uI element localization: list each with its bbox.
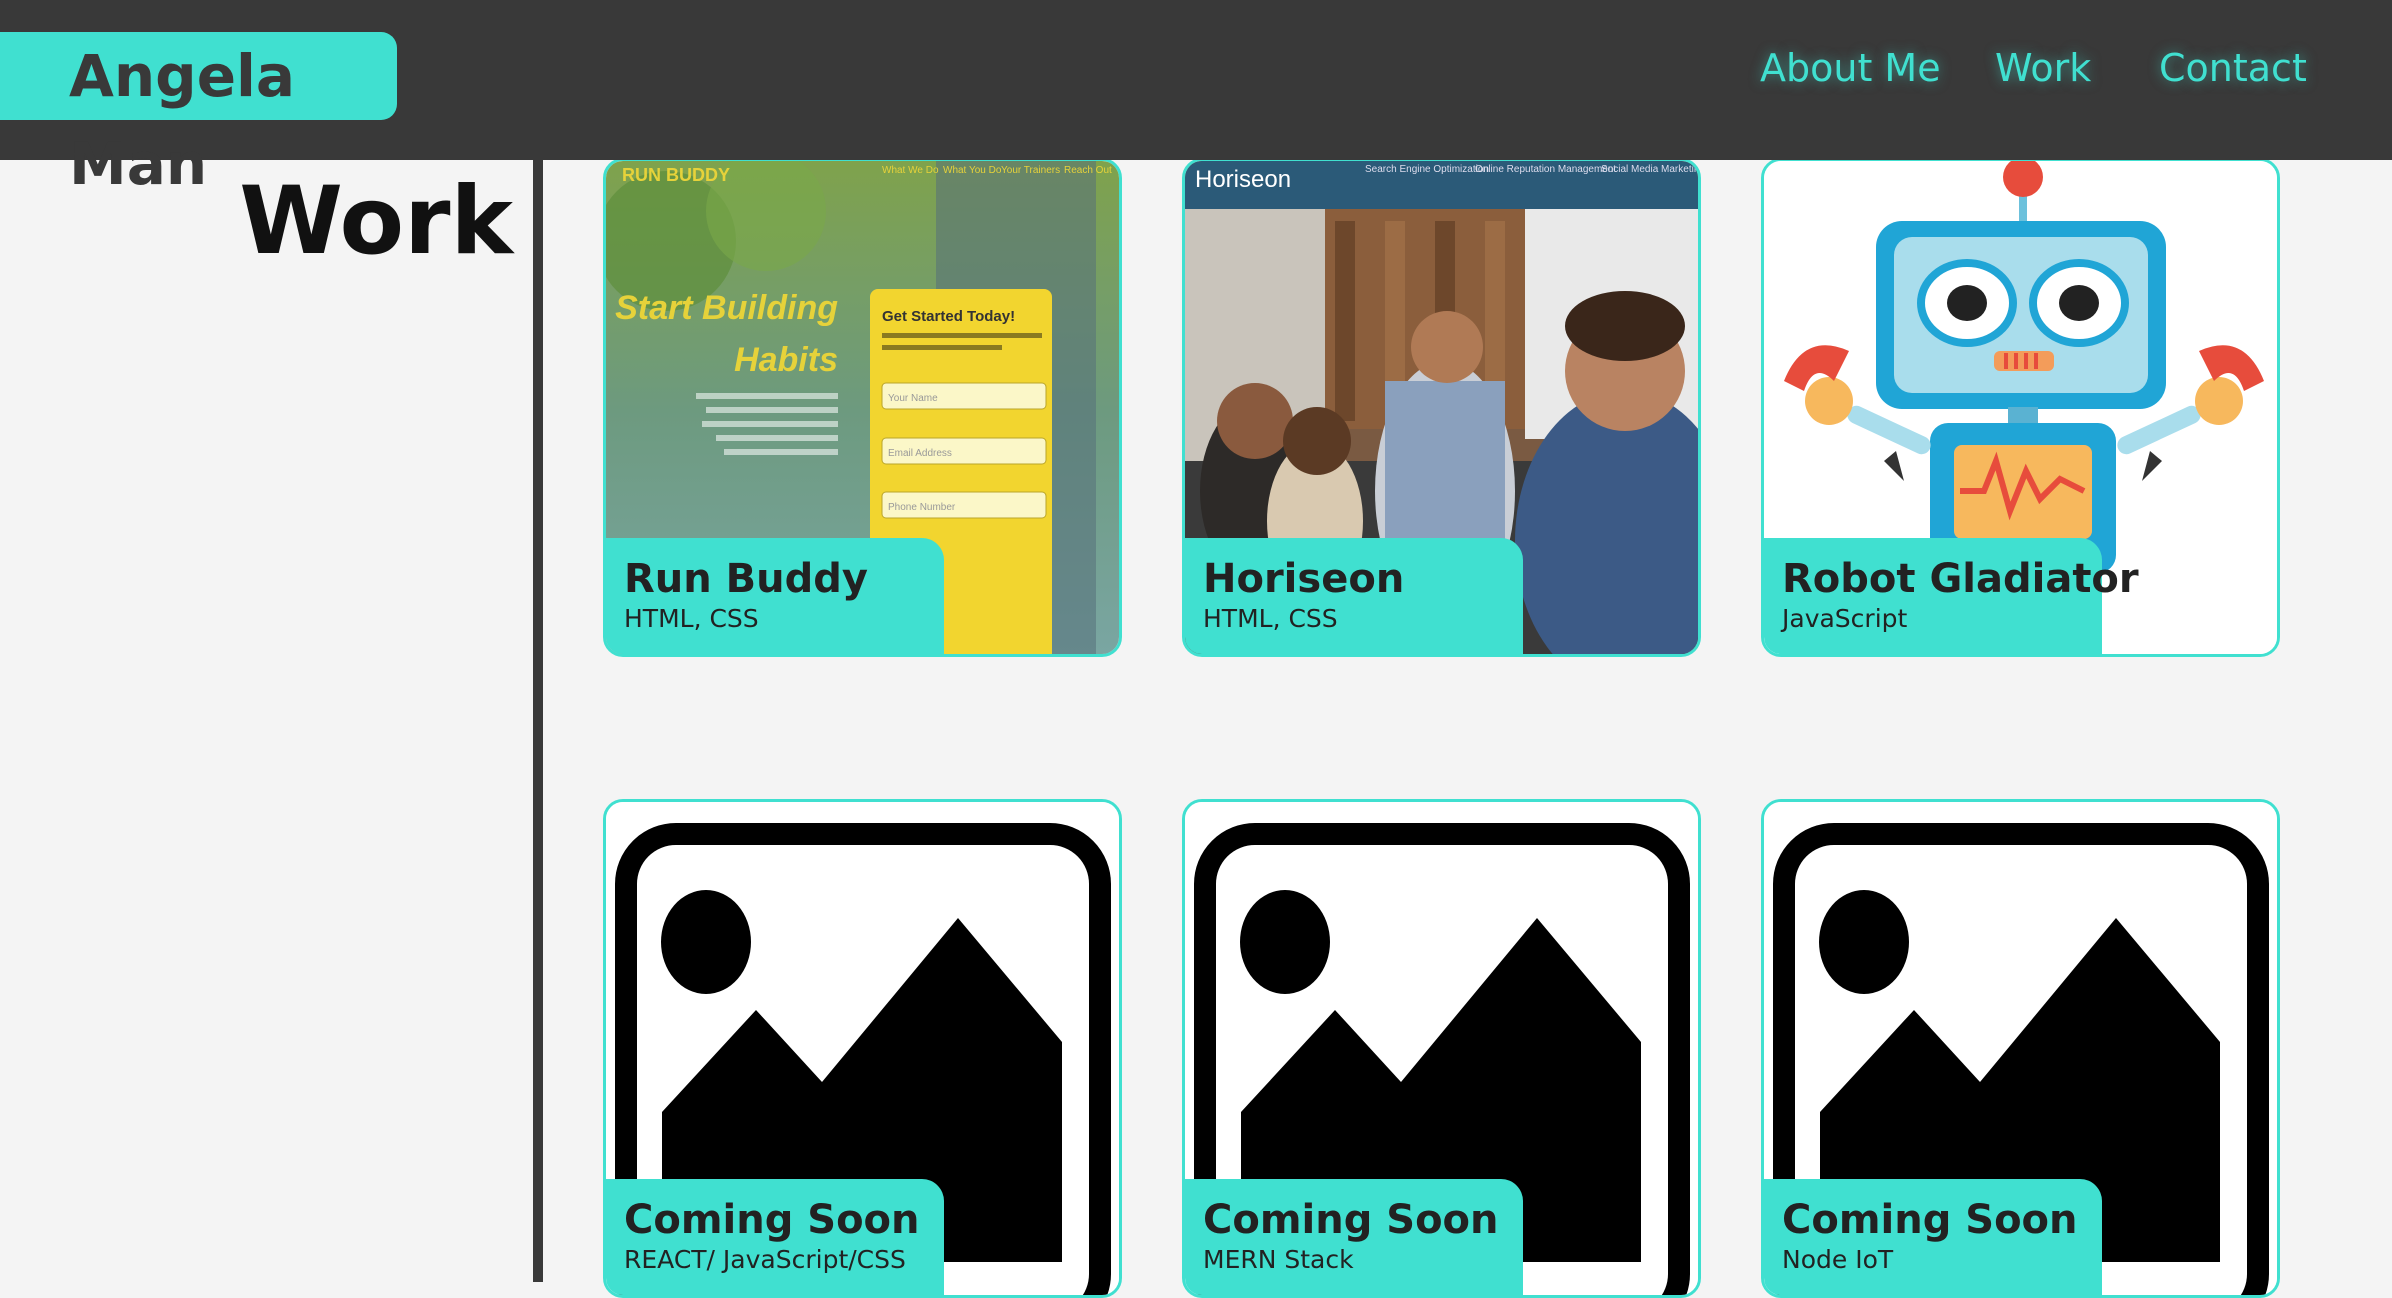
project-card-run-buddy[interactable]: RUN BUDDY What We Do What You Do Your Tr… [603,158,1122,657]
main-nav: About Me Work Contact [1760,44,2320,92]
project-card-horiseon[interactable]: Horiseon Search Engine Optimization Onli… [1182,158,1701,657]
nav-about-me[interactable]: About Me [1760,44,1941,92]
preview-headline-2: Habits [734,341,838,379]
preview-nav-2: Online Reputation Management [1475,164,1616,175]
card-label: Coming Soon Node IoT [1764,1179,2102,1295]
preview-nav-2: What You Do [943,165,1002,176]
card-title: Horiseon [1203,556,1405,602]
card-tech: REACT/ JavaScript/CSS [624,1245,906,1274]
nav-work[interactable]: Work [1995,44,2091,92]
preview-nav-1: What We Do [882,165,939,176]
card-tech: Node IoT [1782,1245,1894,1274]
project-card-robot-gladiator[interactable]: Robot Gladiator JavaScript [1761,158,2280,657]
card-title: Run Buddy [624,556,868,602]
card-tech: JavaScript [1782,604,1908,633]
nav-contact[interactable]: Contact [2159,44,2307,92]
section-divider [533,160,543,1282]
card-label: Horiseon HTML, CSS [1185,538,1523,654]
project-card-coming-soon-3[interactable]: Coming Soon Node IoT [1761,799,2280,1298]
preview-field-1: Your Name [888,393,938,404]
preview-logo: RUN BUDDY [622,165,730,185]
card-tech: HTML, CSS [624,604,759,633]
preview-logo: Horiseon [1195,166,1291,193]
preview-nav-3: Social Media Marketing [1601,164,1701,175]
preview-form-title: Get Started Today! [882,308,1015,325]
preview-nav-1: Search Engine Optimization [1365,164,1489,175]
preview-nav-3: Your Trainers [1001,165,1060,176]
card-tech: MERN Stack [1203,1245,1354,1274]
brand-logo[interactable]: Angela Man [0,32,397,198]
card-title: Robot Gladiator [1782,556,2139,602]
project-card-coming-soon-1[interactable]: Coming Soon REACT/ JavaScript/CSS [603,799,1122,1298]
card-tech: HTML, CSS [1203,604,1338,633]
preview-field-3: Phone Number [888,502,956,513]
preview-field-2: Email Address [888,448,952,459]
site-header: Angela Man About Me Work Contact [0,0,2392,198]
card-label: Coming Soon REACT/ JavaScript/CSS [606,1179,944,1295]
card-label: Coming Soon MERN Stack [1185,1179,1523,1295]
project-card-coming-soon-2[interactable]: Coming Soon MERN Stack [1182,799,1701,1298]
card-title: Coming Soon [1203,1197,1499,1243]
card-label: Robot Gladiator JavaScript [1764,538,2139,654]
card-title: Coming Soon [624,1197,920,1243]
card-label: Run Buddy HTML, CSS [606,538,944,654]
card-title: Coming Soon [1782,1197,2078,1243]
preview-nav-4: Reach Out [1064,165,1112,176]
preview-headline-1: Start Building [615,289,838,327]
